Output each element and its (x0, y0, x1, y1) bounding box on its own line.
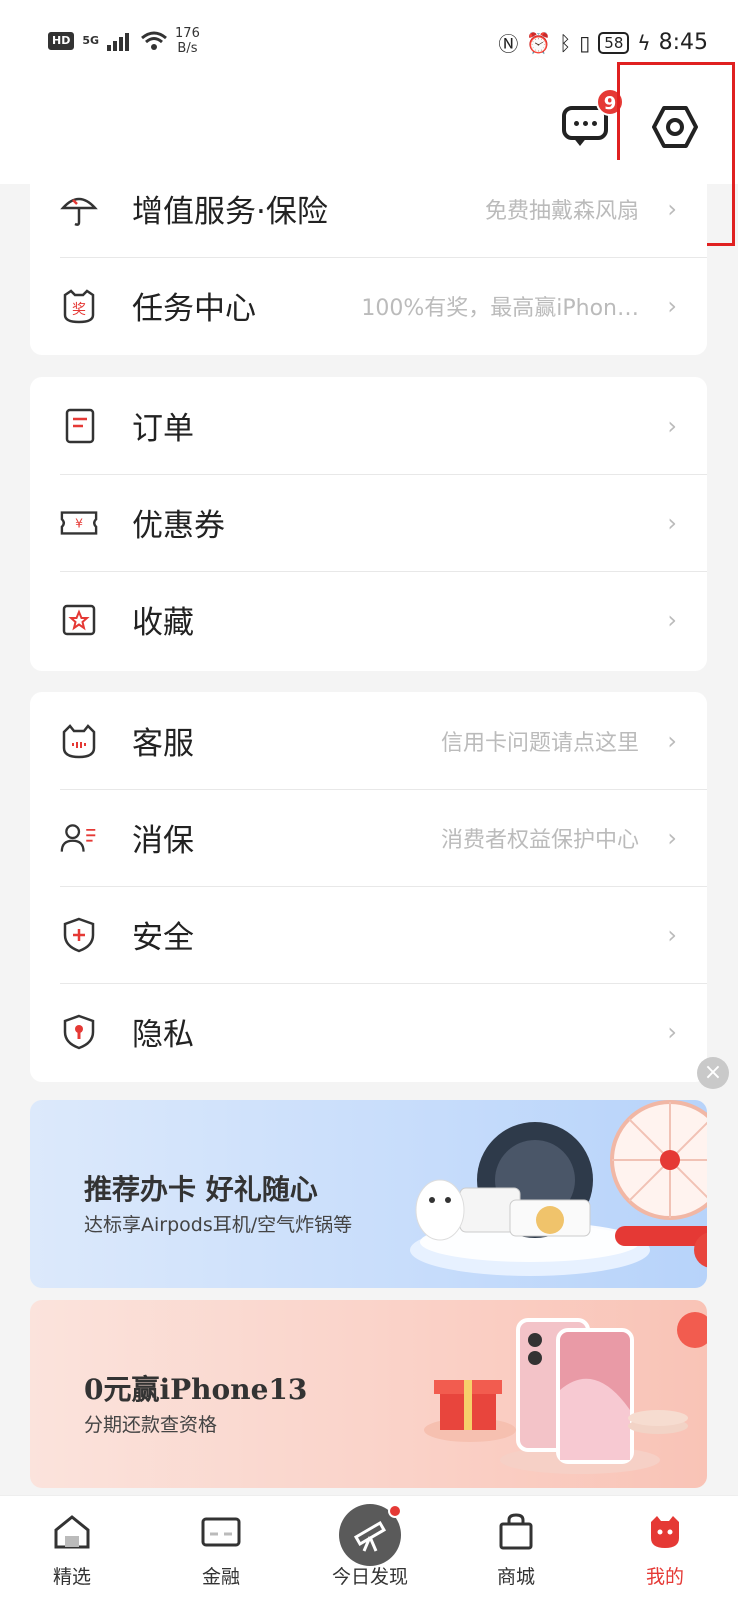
consumer-protection-icon (60, 819, 98, 857)
banner-illustration (410, 1100, 707, 1276)
nav-label: 商城 (496, 1566, 535, 1588)
close-floating-ad-button[interactable]: × (697, 1057, 729, 1089)
menu-label: 收藏 (132, 605, 194, 641)
network-speed: 176 B/s (175, 26, 200, 56)
banner-illustration (424, 1312, 707, 1474)
iphone-promo-banner[interactable]: 0元赢iPhone13 分期还款查资格 (30, 1300, 707, 1488)
nav-tab-finance[interactable]: 金融 (161, 1510, 281, 1589)
banner-title: 0元赢iPhone13 (84, 1373, 308, 1406)
chevron-right-icon: › (667, 291, 677, 320)
card-icon (199, 1510, 243, 1554)
battery-level: 58 (598, 31, 630, 54)
services-card: 增值服务·保险 免费抽戴森风扇 › 奖 任务中心 100%有奖，最高赢iPhon… (30, 160, 707, 355)
messages-button[interactable]: 9 (562, 88, 624, 148)
banner-subtitle: 分期还款查资格 (84, 1414, 218, 1436)
chevron-right-icon: › (667, 1017, 677, 1046)
nav-tab-mall[interactable]: 商城 (456, 1510, 576, 1589)
nav-tab-mine[interactable]: 我的 (605, 1510, 725, 1589)
nav-tab-featured[interactable]: 精选 (12, 1510, 132, 1589)
banner-title: 推荐办卡 好礼随心 (84, 1173, 318, 1206)
shopping-bag-icon (494, 1510, 538, 1554)
menu-label: 安全 (132, 920, 194, 956)
menu-label: 订单 (132, 411, 194, 447)
banner-subtitle: 达标享Airpods耳机/空气炸锅等 (84, 1214, 353, 1236)
nav-tab-discover[interactable]: 今日发现 (310, 1510, 430, 1589)
alarm-icon: ⏰ (526, 30, 552, 55)
menu-label: 任务中心 (132, 291, 256, 327)
chevron-right-icon: › (667, 726, 677, 755)
menu-item-security[interactable]: 安全 › (30, 886, 707, 983)
clock: 8:45 (658, 30, 708, 55)
menu-label: 客服 (132, 726, 194, 762)
speed-unit: B/s (177, 41, 198, 56)
menu-item-favorites[interactable]: 收藏 › (30, 571, 707, 668)
chevron-right-icon: › (667, 920, 677, 949)
chevron-right-icon: › (667, 823, 677, 852)
menu-item-task-center[interactable]: 奖 任务中心 100%有奖，最高赢iPhon… › (30, 257, 707, 354)
svg-text:奖: 奖 (72, 301, 86, 318)
menu-label: 隐私 (132, 1017, 194, 1053)
nav-label: 精选 (52, 1566, 91, 1588)
home-icon (50, 1510, 94, 1554)
bluetooth-icon: ᛒ (559, 30, 572, 55)
chevron-right-icon: › (667, 194, 677, 223)
menu-item-orders[interactable]: 订单 › (30, 377, 707, 474)
privacy-shield-icon (60, 1013, 98, 1051)
menu-item-privacy[interactable]: 隐私 › (30, 983, 707, 1080)
menu-label: 增值服务·保险 (132, 194, 328, 230)
credit-card-promo-banner[interactable]: 推荐办卡 好礼随心 达标享Airpods耳机/空气炸锅等 (30, 1100, 707, 1288)
charging-icon: ϟ (637, 30, 651, 55)
order-icon (60, 407, 98, 445)
orders-card: 订单 › ¥ 优惠券 › 收藏 › (30, 377, 707, 671)
coupon-icon: ¥ (60, 504, 98, 542)
menu-hint: 100%有奖，最高赢iPhon… (361, 295, 639, 321)
menu-hint: 消费者权益保护中心 (440, 827, 639, 853)
support-card: 客服 信用卡问题请点这里 › 消保 消费者权益保护中心 › 安全 › 隐私 › (30, 692, 707, 1082)
hd-indicator: HD (48, 32, 75, 50)
menu-hint: 信用卡问题请点这里 (440, 730, 639, 756)
nfc-icon: Ⓝ (498, 32, 519, 56)
menu-item-insurance[interactable]: 增值服务·保险 免费抽戴森风扇 › (30, 160, 707, 257)
nav-label: 今日发现 (331, 1566, 408, 1588)
signal-icon (107, 33, 130, 51)
favorite-icon (60, 601, 98, 639)
svg-text:¥: ¥ (75, 517, 83, 531)
vibrate-icon: ▯ (579, 30, 591, 55)
menu-item-consumer-protection[interactable]: 消保 消费者权益保护中心 › (30, 789, 707, 886)
menu-label: 消保 (132, 823, 194, 859)
menu-hint: 免费抽戴森风扇 (484, 198, 639, 224)
customer-service-icon (60, 722, 98, 760)
menu-item-customer-service[interactable]: 客服 信用卡问题请点这里 › (30, 692, 707, 789)
reward-cat-icon: 奖 (60, 287, 98, 325)
menu-item-coupons[interactable]: ¥ 优惠券 › (30, 474, 707, 571)
security-shield-icon (60, 916, 98, 954)
speed-value: 176 (175, 26, 200, 41)
profile-cat-icon (643, 1510, 687, 1554)
wifi-icon (141, 31, 167, 50)
nav-label: 我的 (645, 1566, 684, 1588)
umbrella-icon (60, 190, 98, 228)
chevron-right-icon: › (667, 605, 677, 634)
bottom-navigation: 精选 金融 今日发现 商城 我的 (0, 1495, 738, 1600)
chevron-right-icon: › (667, 508, 677, 537)
network-label: 5G (82, 34, 100, 47)
nav-label: 金融 (201, 1566, 240, 1588)
menu-label: 优惠券 (132, 508, 225, 544)
chevron-right-icon: › (667, 411, 677, 440)
